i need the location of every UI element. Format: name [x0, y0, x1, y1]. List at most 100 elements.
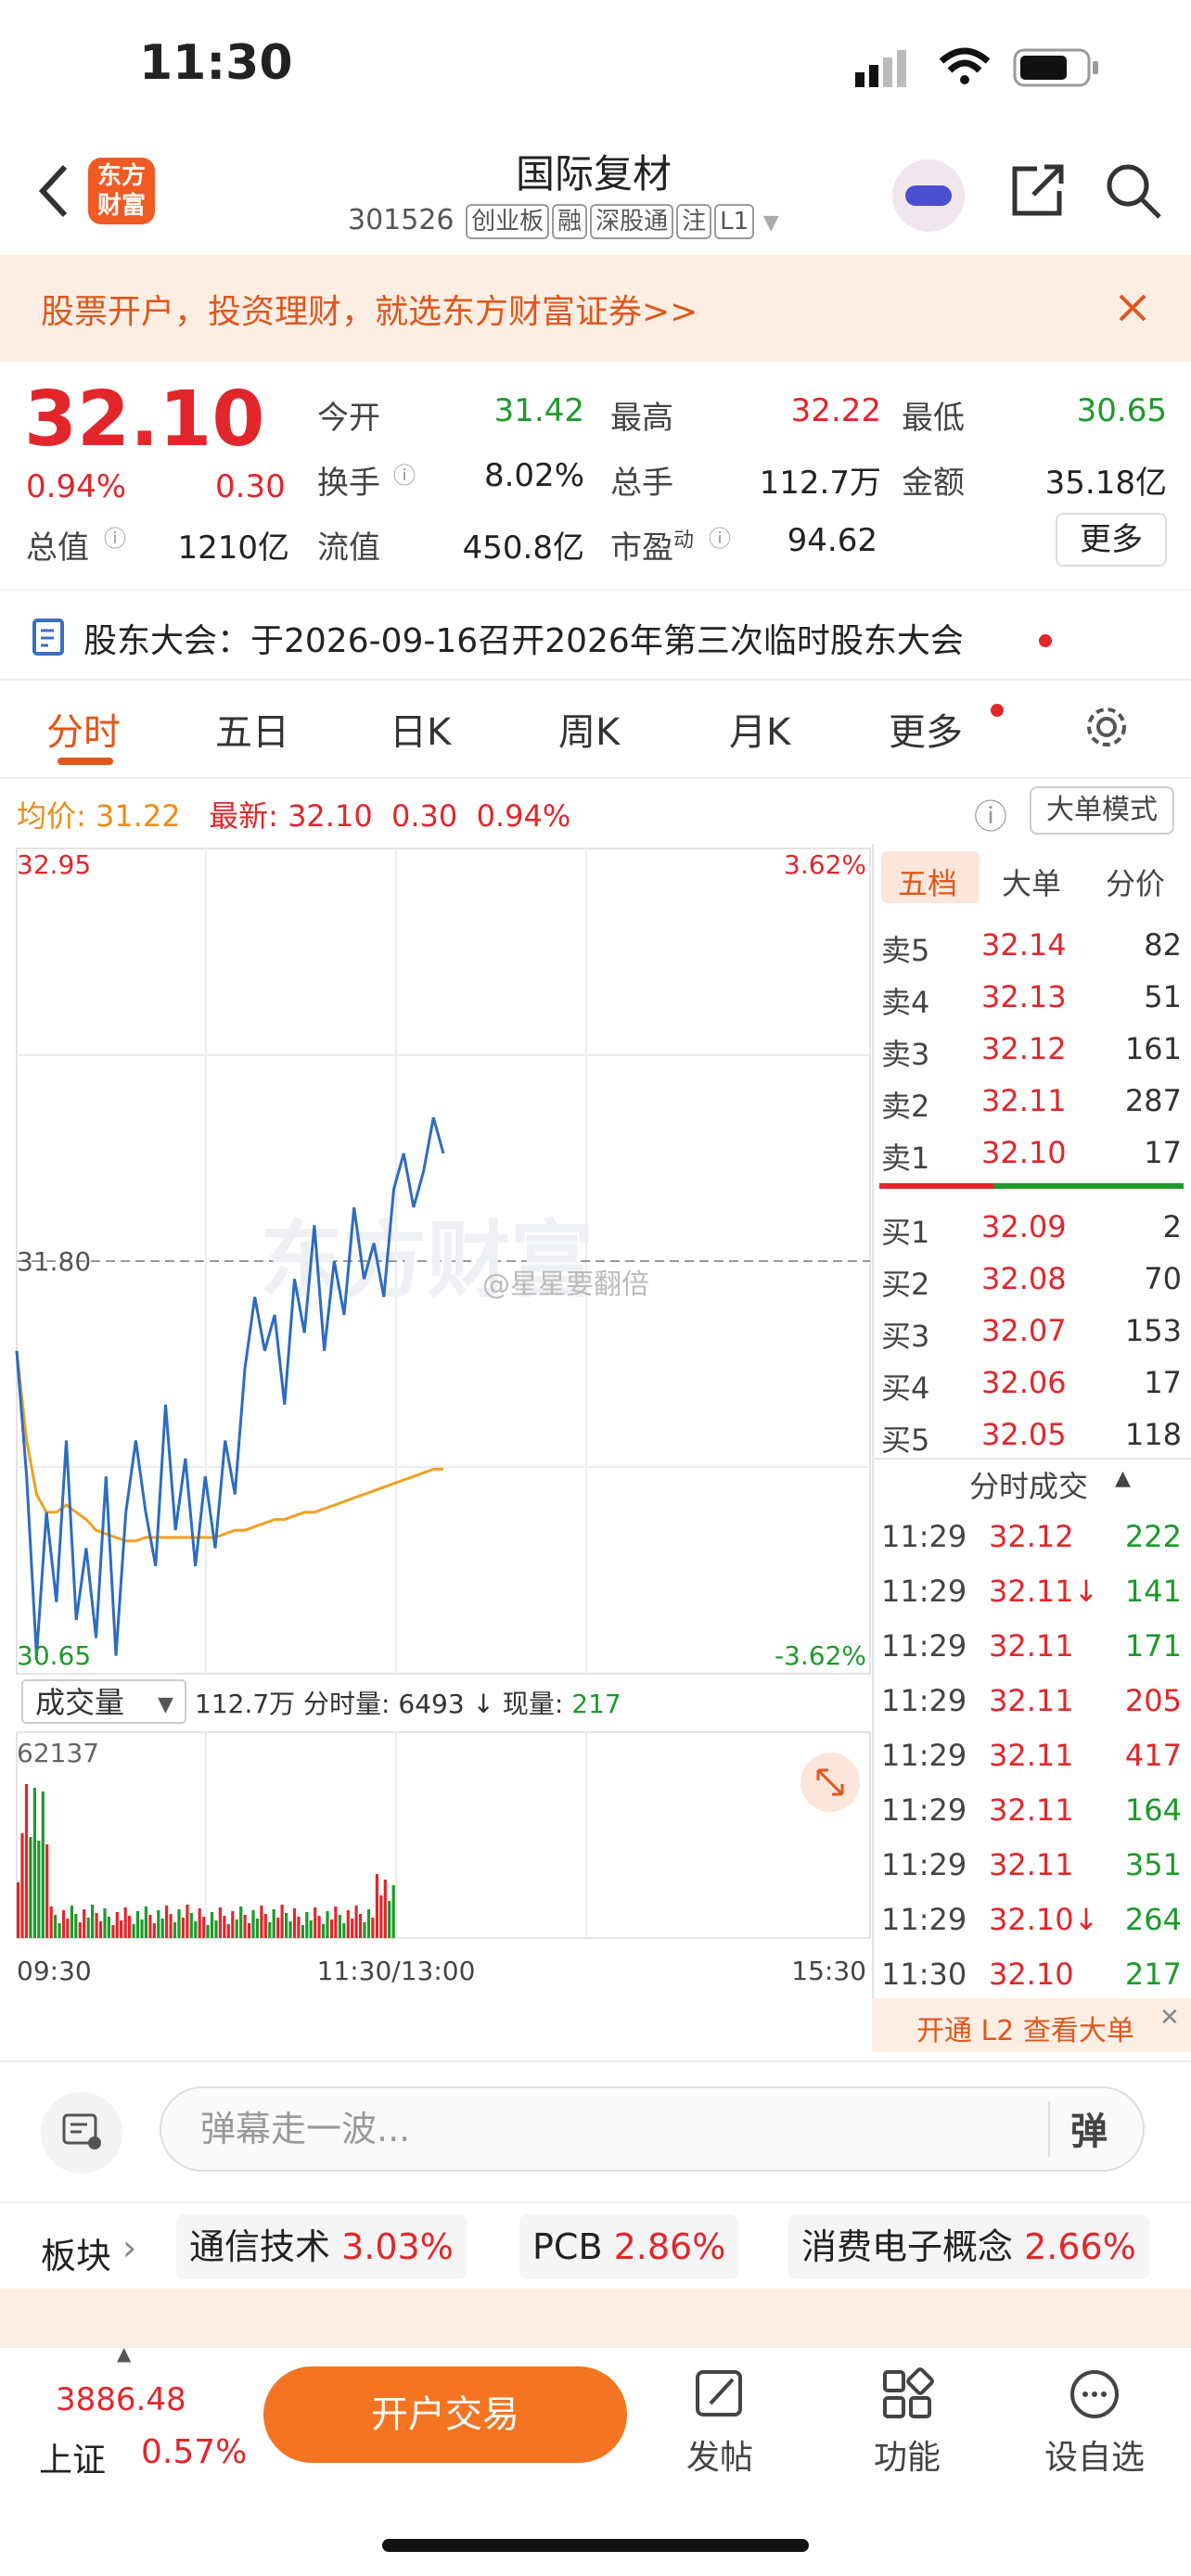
trade-price: 32.11: [989, 1683, 1074, 1718]
search-icon[interactable]: [1104, 161, 1163, 221]
add-watchlist-button[interactable]: 设自选: [1030, 2366, 1159, 2479]
chevron-up-icon[interactable]: ▲: [1115, 1467, 1131, 1490]
volume-bar: [152, 1923, 156, 1938]
post-button[interactable]: 发帖: [655, 2366, 785, 2479]
tab-five-day[interactable]: 五日: [215, 702, 289, 756]
bid-label: 买3: [881, 1319, 930, 1354]
close-icon[interactable]: ✕: [1159, 2004, 1180, 2032]
settings-icon[interactable]: [1083, 704, 1130, 750]
bid-label: 买1: [881, 1215, 930, 1250]
ask-price: 32.11: [981, 1083, 1067, 1118]
volume-value: 112.7万: [759, 465, 881, 502]
trade-price: 32.11↓: [989, 1574, 1099, 1609]
tab-daily-k[interactable]: 日K: [390, 702, 451, 756]
info-icon[interactable]: ⓘ: [104, 520, 126, 553]
divider: [0, 2201, 1191, 2203]
help-icon[interactable]: ⓘ: [974, 790, 1007, 838]
x-end-label: 15:30: [791, 1956, 866, 1986]
tab-weekly-k[interactable]: 周K: [558, 702, 620, 756]
float-cap-value: 450.8亿: [462, 529, 584, 567]
sector-chip-consumer-electronics[interactable]: 消费电子概念 2.66%: [788, 2214, 1149, 2279]
big-order-mode-button[interactable]: 大单模式: [1030, 786, 1174, 835]
sector-chip-telecom[interactable]: 通信技术 3.03%: [176, 2214, 467, 2279]
volume-bar: [111, 1925, 115, 1938]
volume-bar: [123, 1907, 127, 1938]
status-time: 11:30: [139, 35, 293, 91]
trade-price: 32.11: [989, 1792, 1074, 1828]
home-indicator[interactable]: [382, 2539, 809, 2552]
ask-label: 卖4: [881, 985, 930, 1020]
sector-chip-pcb[interactable]: PCB 2.86%: [519, 2214, 739, 2279]
tab-indicator: [58, 758, 113, 765]
volume-bar: [280, 1905, 284, 1938]
avatar[interactable]: [892, 159, 965, 232]
back-icon[interactable]: [35, 163, 72, 219]
ask-price: 32.10: [981, 1135, 1067, 1170]
trades-title: 分时成交: [969, 1469, 1089, 1504]
l2-promo[interactable]: 开通 L2 查看大单 ✕: [872, 1998, 1191, 2052]
intraday-chart[interactable]: 东方财富 @星星要翻倍 32.95 31.80 30.65 3.62% -3.6…: [0, 844, 872, 2049]
volume-bar: [177, 1909, 181, 1938]
danmu-settings-button[interactable]: [41, 2092, 122, 2174]
volume-bar: [107, 1917, 110, 1938]
bid-label: 买5: [881, 1422, 930, 1458]
tag-board: 创业板: [466, 204, 550, 239]
index-value[interactable]: 3886.48: [56, 2381, 186, 2418]
chevron-right-icon[interactable]: ›: [122, 2227, 136, 2268]
chevron-down-icon[interactable]: ▼: [763, 211, 779, 235]
wifi-icon: [939, 47, 991, 84]
bid-qty: 118: [1124, 1417, 1182, 1452]
tab-monthly-k[interactable]: 月K: [729, 702, 790, 756]
latest-change: 0.30: [391, 798, 458, 834]
ask-price: 32.14: [981, 927, 1067, 963]
volume-bar: [322, 1924, 326, 1938]
trade-row: 11:29 32.11 351: [872, 1840, 1187, 1892]
latest-change-pct: 0.94%: [476, 798, 571, 834]
tab-more[interactable]: 更多: [889, 702, 963, 756]
trade-row: 11:29 32.11↓ 141: [872, 1566, 1187, 1618]
volume-bar: [292, 1908, 297, 1938]
y-bottom-label: 30.65: [17, 1640, 91, 1671]
ask-label: 卖2: [881, 1089, 930, 1124]
notice-text: 股东大会：于2026-09-16召开2026年第三次临时股东大会: [83, 622, 964, 660]
add-watchlist-label: 设自选: [1044, 2439, 1145, 2477]
chevron-up-icon[interactable]: ▲: [117, 2342, 131, 2365]
more-button[interactable]: 更多: [1056, 513, 1167, 567]
volume-bar: [98, 1921, 103, 1938]
tag-margin: 融: [552, 204, 588, 239]
tab-intraday[interactable]: 分时: [46, 702, 121, 756]
promo-banner[interactable]: 股票开户，投资理财，就选东方财富证券>>: [0, 255, 1191, 362]
ask-label: 卖5: [881, 933, 930, 968]
danmu-input[interactable]: 弹幕走一波...: [160, 2086, 1145, 2172]
functions-button[interactable]: 功能: [842, 2366, 972, 2479]
trade-price: 32.11: [989, 1738, 1074, 1773]
ask-row: 卖1 32.10 17: [872, 1128, 1187, 1180]
volume-bar: [297, 1917, 301, 1938]
x-start-label: 09:30: [17, 1956, 92, 1986]
tab-big-orders[interactable]: 大单: [1002, 861, 1061, 903]
tab-price-dist[interactable]: 分价: [1106, 861, 1165, 903]
tab-level5[interactable]: 五档: [898, 861, 957, 903]
float-cap-label: 流值: [317, 529, 380, 567]
share-icon[interactable]: [1009, 161, 1067, 219]
unread-dot: [991, 704, 1004, 717]
open-account-trade-button[interactable]: 开户交易: [263, 2366, 627, 2463]
volume-bar: [169, 1914, 173, 1938]
info-icon[interactable]: ⓘ: [709, 520, 731, 553]
danmu-toggle-button[interactable]: 弹: [1070, 2101, 1108, 2155]
status-bar: 11:30: [0, 0, 1191, 139]
trade-price: 32.10↓: [989, 1902, 1099, 1937]
info-icon[interactable]: ⓘ: [393, 457, 416, 490]
ask-price: 32.13: [981, 979, 1067, 1014]
change-value: 0.30: [215, 468, 286, 505]
order-book: 五档 大单 分价 卖5 32.14 82 卖4 32.13 51 卖3 32.12 161 卖2 3…: [872, 844, 1191, 2052]
latest-value: 32.10: [288, 798, 373, 834]
ask-row: 卖4 32.13 51: [872, 972, 1187, 1024]
close-icon[interactable]: [1119, 294, 1146, 322]
edit-icon: [696, 2370, 742, 2417]
bid-price: 32.08: [981, 1261, 1067, 1296]
notice-bar[interactable]: 股东大会：于2026-09-16召开2026年第三次临时股东大会: [0, 593, 1191, 677]
bid-qty: 70: [1144, 1261, 1182, 1296]
ask-qty: 161: [1124, 1031, 1182, 1066]
volume-bar: [243, 1915, 247, 1938]
